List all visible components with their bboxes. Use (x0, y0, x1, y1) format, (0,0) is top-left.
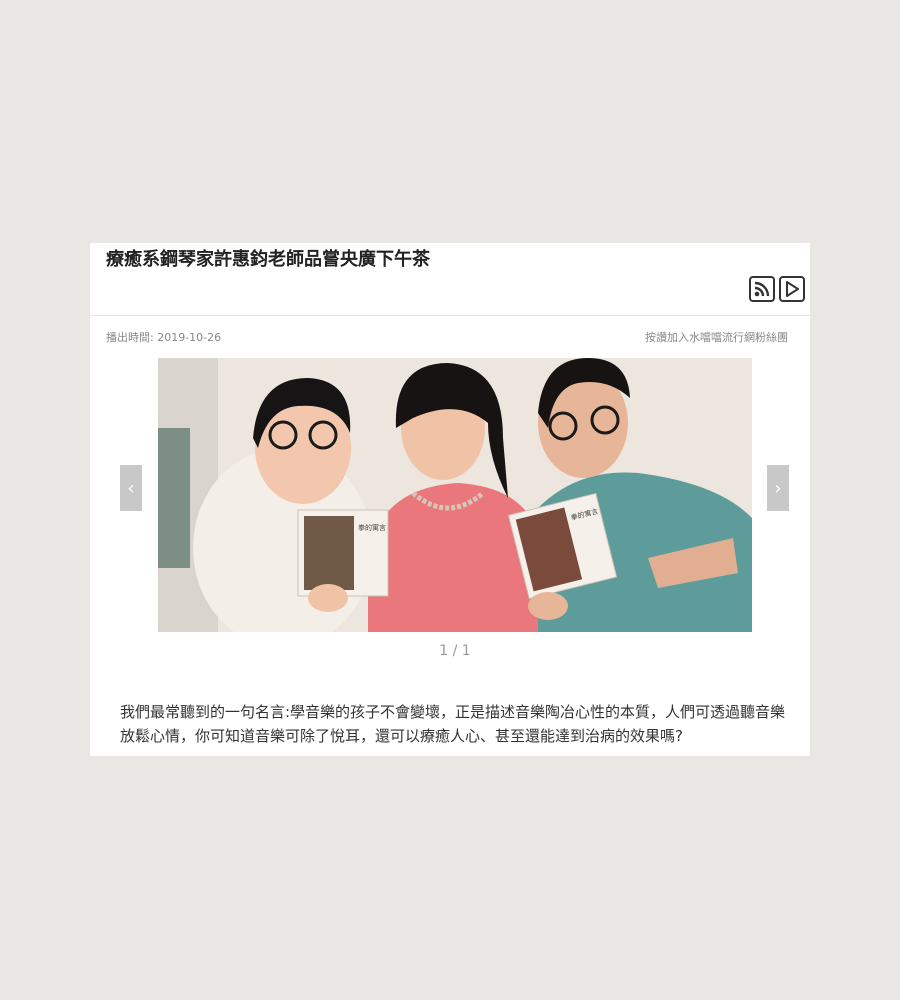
play-button[interactable] (779, 276, 805, 302)
gallery-photo: 拳的寓言 拳的寓言 (158, 358, 752, 632)
divider (90, 315, 810, 316)
article-description: 我們最常聽到的一句名言:學音樂的孩子不會變壞，正是描述音樂陶冶心性的本質，人們可… (120, 703, 786, 745)
gallery-counter: 1 / 1 (439, 643, 471, 659)
rss-icon (754, 281, 770, 297)
rss-button[interactable] (749, 276, 775, 302)
fan-page-link[interactable]: 按讚加入水噹噹流行網粉絲團 (645, 329, 788, 345)
page-title: 療癒系鋼琴家許惠鈞老師品嘗央廣下午茶 (106, 249, 430, 270)
toolbar (749, 276, 805, 302)
album-title-left: 拳的寓言 (358, 523, 386, 532)
air-date: 播出時間: 2019-10-26 (106, 331, 222, 344)
photo-gallery: 拳的寓言 拳的寓言 (158, 358, 752, 632)
play-icon (786, 281, 799, 297)
next-arrow[interactable]: › (767, 465, 789, 511)
article-card: 療癒系鋼琴家許惠鈞老師品嘗央廣下午茶 播出時間: 2019-10-26 按讚加入… (90, 243, 810, 756)
prev-arrow[interactable]: ‹ (120, 465, 142, 511)
